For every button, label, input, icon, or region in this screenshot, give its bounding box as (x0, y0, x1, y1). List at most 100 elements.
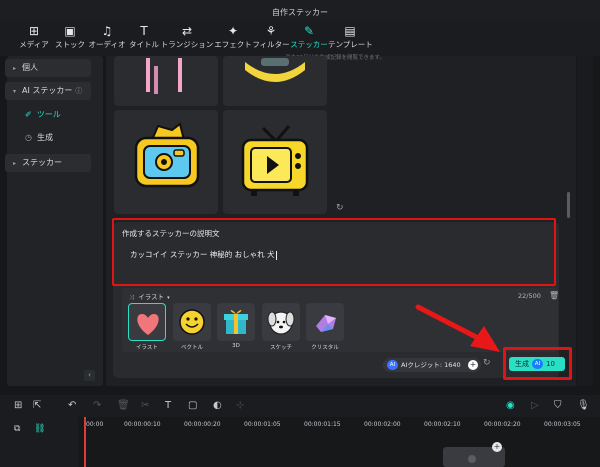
play-icon[interactable]: ▷ (531, 400, 539, 412)
sticker-tile[interactable] (223, 110, 327, 214)
sticker-tile[interactable] (114, 110, 218, 214)
tv-sticker-blue (134, 122, 200, 188)
cut-icon[interactable]: ✂ (141, 400, 149, 412)
timeline-tick-label: 00:00:03:05 (544, 421, 581, 428)
history-icon: ◷ (25, 133, 32, 142)
tab-filter-label: フィルター (252, 40, 290, 49)
tab-stock-label: ストック (55, 40, 85, 49)
trash-icon[interactable]: 🗑 (549, 291, 559, 300)
add-credits-button[interactable]: + (468, 360, 478, 370)
style-option-crystal[interactable] (306, 303, 344, 341)
tv-sticker-yellow (241, 125, 309, 196)
sidebar-item-label: ステッカー (22, 158, 63, 167)
filter-icon: ⚘ (265, 24, 277, 38)
tab-title[interactable]: T タイトル (128, 23, 160, 55)
tab-stock[interactable]: ▣ ストック (54, 23, 86, 55)
tab-filter[interactable]: ⚘ フィルター (252, 23, 290, 55)
right-edge-panel (577, 56, 593, 386)
color-icon[interactable]: ◐ (213, 400, 222, 412)
refresh-icon[interactable]: ↻ (483, 358, 491, 368)
shield-icon[interactable]: ⛉ (554, 400, 562, 412)
heart-sticker-icon (137, 314, 159, 335)
sticker-tile[interactable] (114, 56, 218, 106)
style-option-3d[interactable] (217, 303, 255, 341)
timeline-tick-label: 00:00:01:15 (304, 421, 341, 428)
style-dropdown-label: イラスト (138, 293, 165, 301)
sidebar-item-generate[interactable]: ◷ 生成 (5, 129, 91, 147)
layout-icon[interactable]: ⊞ (14, 400, 22, 412)
gift-box-icon (224, 310, 248, 334)
media-icon: ⊞ (28, 24, 40, 38)
stock-icon: ▣ (64, 24, 76, 38)
sidebar-item-label: ツール (36, 110, 61, 119)
tab-media-label: メディア (19, 40, 49, 49)
sticker-thumbnail (245, 58, 305, 82)
music-note-icon: ♫ (101, 24, 113, 38)
help-icon[interactable]: ⓘ (75, 87, 82, 95)
shuffle-icon: ⤨ (129, 293, 135, 301)
chevron-down-icon: ▾ (13, 88, 17, 95)
ai-mate-icon[interactable]: ◉ (506, 400, 515, 412)
adjust-icon[interactable]: ⊹ (236, 400, 244, 412)
style-option-vector[interactable] (173, 303, 211, 341)
sidebar-item-sticker[interactable]: ▸ ステッカー (5, 154, 91, 172)
ai-credits-label: AIクレジット: 1640 (401, 361, 461, 369)
template-icon: ▤ (344, 24, 356, 38)
microphone-icon[interactable]: 🎙 (577, 400, 590, 412)
sidebar-item-label: AI ステッカー (22, 86, 73, 95)
sidebar-item-ai-sticker[interactable]: ▾ AI ステッカー ⓘ (5, 82, 91, 100)
style-option-label: イラスト (136, 345, 158, 351)
timeline-tick-label: 00:00:01:05 (244, 421, 281, 428)
add-clip-icon[interactable]: + (492, 442, 502, 452)
crop-icon[interactable]: ▢ (188, 400, 197, 412)
tab-sticker[interactable]: ✎ ステッカー (290, 23, 328, 55)
sidebar-item-tool[interactable]: ✐ ツール (5, 106, 91, 124)
description-highlight-box (112, 218, 556, 286)
link-icon[interactable]: ⛓ (34, 423, 45, 435)
timeline-tick-label: 00:00:00:20 (184, 421, 221, 428)
sidebar-item-label: 生成 (36, 133, 53, 142)
delete-icon[interactable]: 🗑 (117, 400, 130, 412)
tab-transition[interactable]: ⇄ トランジション (160, 23, 214, 55)
tab-template[interactable]: ▤ テンプレート (328, 23, 373, 55)
sidebar-item-personal[interactable]: ▸ 個人 (5, 59, 91, 77)
sticker-tile[interactable] (223, 56, 327, 106)
text-title-icon: T (140, 24, 148, 38)
text-icon[interactable]: T (165, 400, 171, 412)
tab-title-label: タイトル (129, 40, 159, 49)
window-title: 自作ステッカー (272, 8, 328, 17)
style-option-label: クリスタル (311, 345, 339, 351)
timeline-tick-label: 00:00:02:00 (364, 421, 401, 428)
character-counter: 22/500 (518, 292, 541, 300)
playhead[interactable] (84, 417, 86, 467)
tab-media[interactable]: ⊞ メディア (14, 23, 54, 55)
style-option-label: ベクトル (180, 345, 203, 351)
gallery-scrollbar[interactable] (567, 192, 570, 218)
select-pointer-icon[interactable]: ⇱ (33, 400, 41, 412)
timeline-tick-label: 00:00:02:20 (484, 421, 521, 428)
tab-effect[interactable]: ✦ エフェクト (214, 23, 252, 55)
clip-dot-icon (468, 455, 476, 463)
tab-audio-label: オーディオ (88, 40, 126, 49)
style-option-illustration[interactable] (128, 303, 166, 341)
tab-audio[interactable]: ♫ オーディオ (86, 23, 128, 55)
undo-icon[interactable]: ↶ (68, 400, 76, 412)
sticker-icon: ✎ (303, 24, 315, 38)
style-option-label: スケッチ (269, 345, 292, 351)
chevron-down-icon: ▾ (167, 295, 170, 301)
dog-sketch-icon (267, 311, 295, 335)
generate-highlight-box (503, 347, 572, 380)
app-window: 自作ステッカー ⊞ メディア ▣ ストック ♫ オーディオ T タイトル ⇄ ト… (0, 0, 600, 467)
track-manager-icon[interactable]: ⧉ (14, 423, 20, 435)
effect-sparkle-icon: ✦ (227, 24, 239, 38)
style-option-sketch[interactable] (262, 303, 300, 341)
crystal-icon (316, 315, 336, 332)
collapse-sidebar-button[interactable]: ‹ (84, 370, 95, 381)
timeline-tick-label: 00:00 (86, 421, 104, 428)
reload-icon[interactable]: ↻ (336, 203, 344, 213)
redo-icon[interactable]: ↷ (93, 400, 101, 412)
main-toolbar: ⊞ メディア ▣ ストック ♫ オーディオ T タイトル ⇄ トランジション ✦… (0, 20, 600, 56)
chevron-right-icon: ▸ (13, 65, 17, 72)
style-dropdown[interactable]: ⤨ イラスト ▾ (129, 291, 170, 302)
tab-template-label: テンプレート (328, 40, 373, 49)
